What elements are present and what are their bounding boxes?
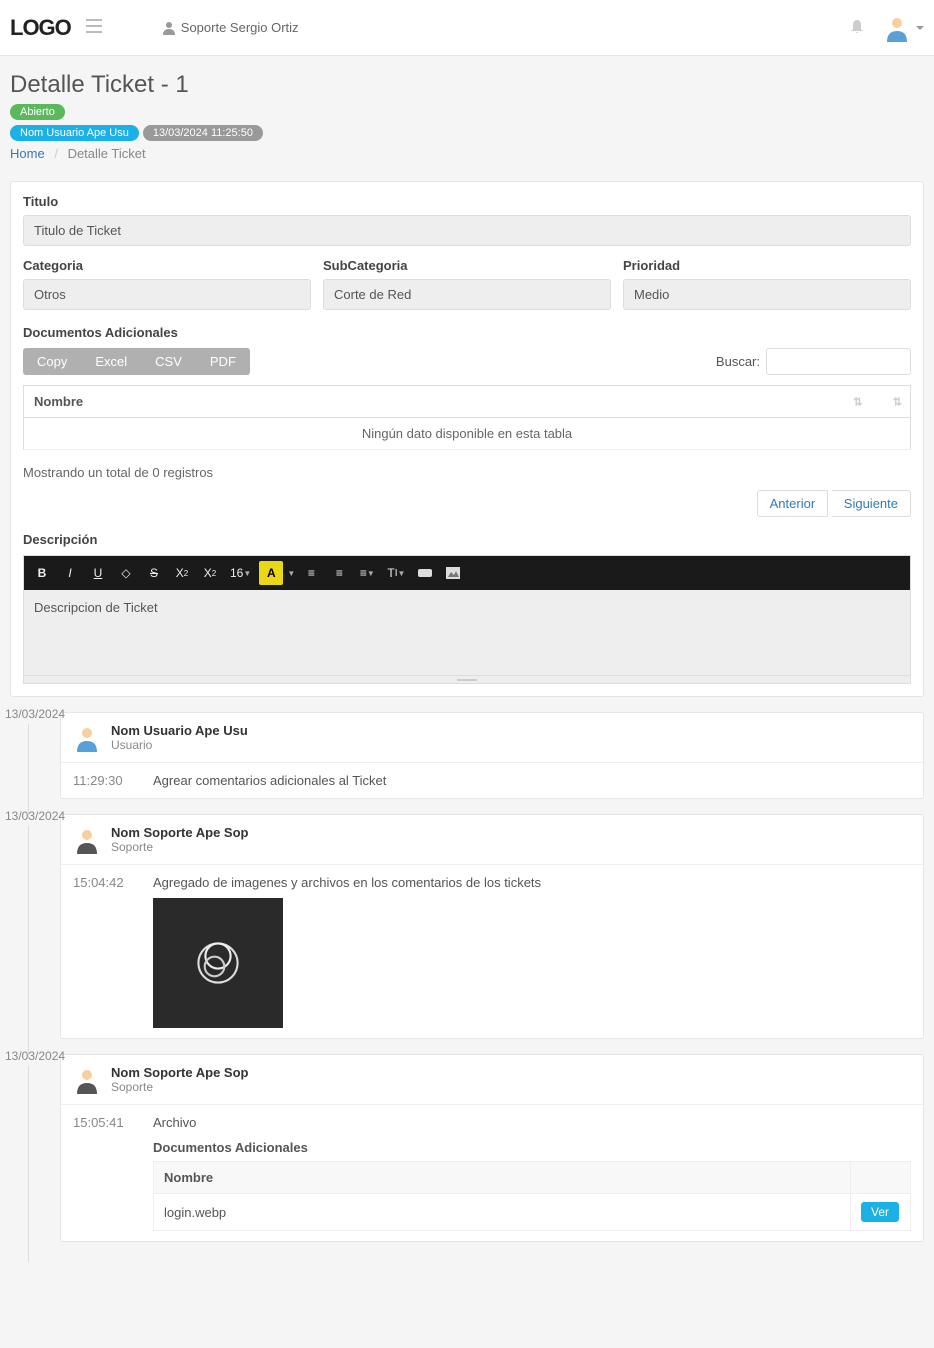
breadcrumb: Home / Detalle Ticket	[10, 146, 924, 161]
comment-text: Archivo	[153, 1115, 911, 1130]
ticket-detail-card: Titulo Categoria SubCategoria Prioridad …	[10, 181, 924, 697]
timeline-card: Nom Soporte Ape SopSoporte 15:04:42 Agrega…	[60, 814, 924, 1039]
ver-button[interactable]: Ver	[861, 1202, 899, 1222]
top-navbar: LOGO Soporte Sergio Ortiz	[0, 0, 934, 56]
editor-toolbar: B I U ◇ S X2 X2 16 ▼ A ▼ ≡ ≡ ≡ ▼ TI ▼	[24, 556, 910, 590]
date-badge: 13/03/2024 11:25:50	[143, 125, 263, 141]
subscript-icon[interactable]: X2	[198, 561, 222, 585]
timeline-card: Nom Usuario Ape UsuUsuario 11:29:30 Agrear…	[60, 712, 924, 799]
comment-text: Agregado de imagenes y archivos en los c…	[153, 875, 911, 890]
file-name: login.webp	[154, 1194, 851, 1231]
bell-icon[interactable]	[849, 18, 865, 37]
list-ol-icon[interactable]: ≡	[327, 561, 351, 585]
comment-text: Agrear comentarios adicionales al Ticket	[153, 773, 911, 788]
comment-role: Usuario	[111, 738, 248, 752]
file-row: login.webp Ver	[154, 1194, 911, 1231]
breadcrumb-current: Detalle Ticket	[68, 146, 146, 161]
user-menu[interactable]	[883, 14, 924, 42]
page-header: Detalle Ticket - 1 Abierto Nom Usuario A…	[0, 56, 934, 171]
files-header: Documentos Adicionales	[153, 1140, 911, 1155]
timeline-item: 13/03/2024Nom Soporte Ape SopSoporte15:0…	[10, 814, 924, 1039]
comment-time: 11:29:30	[73, 773, 133, 788]
font-color-dropdown-icon[interactable]: ▼	[287, 561, 295, 585]
subcategoria-input	[323, 279, 611, 310]
menu-toggle-icon[interactable]	[86, 19, 102, 36]
comment-author: Nom Soporte Ape Sop	[111, 825, 248, 840]
comment-role: Soporte	[111, 1080, 248, 1094]
user-badge: Nom Usuario Ape Usu	[10, 125, 139, 141]
export-excel-button[interactable]: Excel	[81, 348, 141, 375]
caret-down-icon	[916, 26, 924, 30]
sort-icon: ⇅	[893, 395, 902, 408]
table-empty: Ningún dato disponible en esta tabla	[24, 418, 911, 450]
comment-time: 15:04:42	[73, 875, 133, 1028]
export-copy-button[interactable]: Copy	[23, 348, 81, 375]
avatar-icon	[73, 826, 101, 854]
docs-table: Nombre⇅ ⇅ Ningún dato disponible en esta…	[23, 385, 911, 450]
logo[interactable]: LOGO	[10, 15, 71, 41]
export-pdf-button[interactable]: PDF	[196, 348, 250, 375]
page-title: Detalle Ticket - 1	[10, 71, 924, 99]
current-user-label[interactable]: Soporte Sergio Ortiz	[162, 20, 299, 35]
files-col-nombre: Nombre	[154, 1162, 851, 1194]
timeline-date: 13/03/2024	[5, 1049, 65, 1063]
link-icon[interactable]	[413, 561, 437, 585]
comment-time: 15:05:41	[73, 1115, 133, 1231]
timeline-date: 13/03/2024	[5, 809, 65, 823]
breadcrumb-home[interactable]: Home	[10, 146, 45, 161]
pager-next[interactable]: Siguiente	[832, 490, 911, 517]
italic-icon[interactable]: I	[58, 561, 82, 585]
bold-icon[interactable]: B	[30, 561, 54, 585]
font-color-icon[interactable]: A	[259, 561, 283, 585]
titulo-label: Titulo	[23, 194, 911, 209]
timeline: 13/03/2024 Nom Usuario Ape UsuUsuario 11:2…	[0, 712, 934, 1282]
superscript-icon[interactable]: X2	[170, 561, 194, 585]
files-table: Nombrelogin.webp Ver	[153, 1161, 911, 1231]
col-actions[interactable]: ⇅	[871, 386, 911, 418]
categoria-label: Categoria	[23, 258, 311, 273]
pager-prev[interactable]: Anterior	[757, 490, 829, 517]
docs-label: Documentos Adicionales	[23, 325, 911, 340]
timeline-date: 13/03/2024	[5, 707, 65, 721]
fontsize-dropdown[interactable]: 16 ▼	[226, 561, 255, 585]
col-nombre[interactable]: Nombre⇅	[24, 386, 871, 418]
list-ul-icon[interactable]: ≡	[299, 561, 323, 585]
editor-resize-handle[interactable]	[24, 675, 910, 683]
subcategoria-label: SubCategoria	[323, 258, 611, 273]
text-format-icon[interactable]: TI ▼	[383, 561, 409, 585]
avatar-icon	[73, 1066, 101, 1094]
timeline-item: 13/03/2024Nom Usuario Ape UsuUsuario11:2…	[10, 712, 924, 799]
strikethrough-icon[interactable]: S	[142, 561, 166, 585]
search-label: Buscar:	[716, 354, 760, 369]
prioridad-input	[623, 279, 911, 310]
table-info: Mostrando un total de 0 registros	[23, 465, 911, 480]
user-icon	[162, 21, 176, 35]
avatar-icon	[883, 14, 911, 42]
timeline-item: 13/03/2024Nom Soporte Ape SopSoporte15:0…	[10, 1054, 924, 1242]
comment-author: Nom Usuario Ape Usu	[111, 723, 248, 738]
timeline-card: Nom Soporte Ape SopSoporte 15:05:41 Archiv…	[60, 1054, 924, 1242]
categoria-input	[23, 279, 311, 310]
avatar-icon	[73, 724, 101, 752]
comment-author: Nom Soporte Ape Sop	[111, 1065, 248, 1080]
status-badge: Abierto	[10, 104, 65, 120]
editor-body[interactable]: Descripcion de Ticket	[24, 590, 910, 675]
prioridad-label: Prioridad	[623, 258, 911, 273]
attachment-image[interactable]	[153, 898, 283, 1028]
comment-role: Soporte	[111, 840, 248, 854]
titulo-input	[23, 215, 911, 246]
align-icon[interactable]: ≡ ▼	[355, 561, 379, 585]
export-csv-button[interactable]: CSV	[141, 348, 196, 375]
underline-icon[interactable]: U	[86, 561, 110, 585]
image-icon[interactable]	[441, 561, 465, 585]
description-editor: B I U ◇ S X2 X2 16 ▼ A ▼ ≡ ≡ ≡ ▼ TI ▼ De…	[23, 555, 911, 684]
sort-icon: ⇅	[853, 395, 862, 408]
search-input[interactable]	[766, 348, 911, 375]
desc-label: Descripción	[23, 532, 911, 547]
eraser-icon[interactable]: ◇	[114, 561, 138, 585]
